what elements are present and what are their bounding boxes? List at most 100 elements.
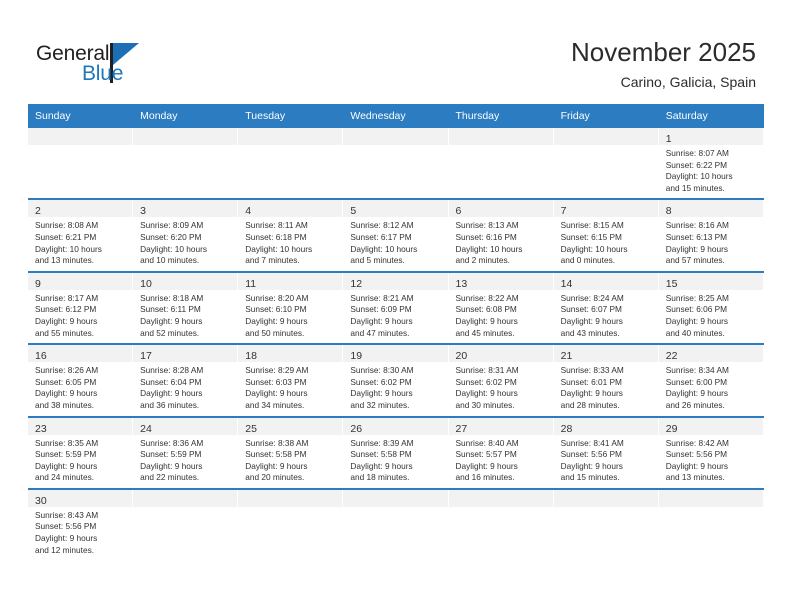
sunset-time: Sunset: 6:07 PM [560, 304, 622, 315]
day-number: 2 [35, 205, 41, 218]
daylight-duration-line2: and 10 minutes. [140, 255, 200, 266]
calendar-page: General Blue November 2025 Carino, Galic… [0, 0, 792, 612]
title-block: November 2025 Carino, Galicia, Spain [571, 36, 756, 92]
day-details: Sunrise: 8:24 AM Sunset: 6:07 PM Daylight:… [554, 290, 658, 343]
calendar-day-cell[interactable]: 20 Sunrise: 8:31 AM Sunset: 6:02 PM Dayligh… [448, 345, 554, 416]
calendar-day-cell[interactable]: 23 Sunrise: 8:35 AM Sunset: 5:59 PM Dayligh… [28, 417, 134, 488]
calendar-day-cell[interactable]: 22 Sunrise: 8:34 AM Sunset: 6:00 PM Dayligh… [658, 345, 764, 416]
calendar-day-cell[interactable]: 16 Sunrise: 8:26 AM Sunset: 6:05 PM Dayligh… [28, 345, 134, 416]
day-details: Sunrise: 8:28 AM Sunset: 6:04 PM Daylight:… [133, 362, 237, 415]
daylight-duration-line2: and 30 minutes. [455, 399, 515, 410]
calendar-day-cell[interactable]: 8 Sunrise: 8:16 AM Sunset: 6:13 PM Daylight… [658, 200, 764, 271]
daylight-duration-line2: and 55 minutes. [35, 327, 95, 338]
calendar-day-cell[interactable]: 27 Sunrise: 8:40 AM Sunset: 5:57 PM Dayligh… [448, 417, 554, 488]
sunset-time: Sunset: 5:58 PM [350, 449, 412, 460]
daylight-duration-line2: and 26 minutes. [665, 399, 725, 410]
day-number-band: 23 [28, 417, 133, 435]
daylight-duration-line1: Daylight: 9 hours [455, 460, 518, 471]
sunrise-time: Sunrise: 8:07 AM [665, 148, 729, 158]
day-number-band [238, 128, 343, 145]
daylight-duration-line2: and 24 minutes. [35, 472, 95, 483]
sunset-time: Sunset: 5:56 PM [35, 521, 97, 532]
daylight-duration-line2: and 40 minutes. [665, 327, 725, 338]
day-details: Sunrise: 8:21 AM Sunset: 6:09 PM Daylight:… [343, 290, 447, 343]
daylight-duration-line2: and 16 minutes. [455, 472, 515, 483]
sunset-time: Sunset: 6:00 PM [665, 376, 728, 387]
daylight-duration-line1: Daylight: 10 hours [35, 243, 102, 254]
calendar-day-cell[interactable]: 9 Sunrise: 8:17 AM Sunset: 6:12 PM Daylight… [28, 272, 134, 344]
calendar-day-cell[interactable]: 25 Sunrise: 8:38 AM Sunset: 5:58 PM Dayligh… [238, 417, 344, 488]
sunset-time: Sunset: 5:58 PM [245, 449, 307, 460]
calendar-day-cell[interactable]: 10 Sunrise: 8:18 AM Sunset: 6:11 PM Dayligh… [133, 272, 239, 344]
day-number-band: 27 [448, 417, 553, 435]
daylight-duration-line1: Daylight: 10 hours [455, 243, 523, 254]
day-details: Sunrise: 8:39 AM Sunset: 5:58 PM Daylight:… [343, 435, 447, 488]
sunset-time: Sunset: 6:12 PM [35, 304, 97, 315]
sunset-time: Sunset: 6:04 PM [140, 376, 202, 387]
day-number-band: 2 [28, 200, 133, 218]
sunset-time: Sunset: 6:10 PM [245, 304, 307, 315]
daylight-duration-line1: Daylight: 10 hours [560, 243, 628, 254]
day-number: 28 [560, 422, 573, 435]
weekday-header-thursday: Thursday [455, 110, 500, 122]
day-number: 22 [665, 350, 678, 363]
sunrise-time: Sunrise: 8:08 AM [35, 220, 99, 231]
calendar-cell-empty [238, 489, 344, 561]
day-details: Sunrise: 8:33 AM Sunset: 6:01 PM Daylight:… [554, 362, 658, 415]
calendar-day-cell[interactable]: 14 Sunrise: 8:24 AM Sunset: 6:07 PM Dayligh… [553, 272, 659, 344]
calendar-cell-empty [133, 128, 239, 199]
calendar-day-cell[interactable]: 18 Sunrise: 8:29 AM Sunset: 6:03 PM Dayligh… [238, 345, 344, 416]
sunrise-time: Sunrise: 8:41 AM [560, 437, 624, 448]
day-number: 5 [350, 205, 357, 218]
calendar-day-cell[interactable]: 21 Sunrise: 8:33 AM Sunset: 6:01 PM Dayligh… [553, 345, 659, 416]
sunrise-time: Sunrise: 8:20 AM [245, 292, 309, 303]
day-number-band: 22 [658, 345, 763, 363]
calendar-day-cell[interactable]: 4 Sunrise: 8:11 AM Sunset: 6:18 PM Daylight… [238, 200, 344, 271]
calendar-day-cell[interactable]: 26 Sunrise: 8:39 AM Sunset: 5:58 PM Dayligh… [343, 417, 449, 488]
weekday-header-tuesday: Tuesday [245, 110, 286, 122]
calendar-day-cell[interactable]: 24 Sunrise: 8:36 AM Sunset: 5:59 PM Dayligh… [133, 417, 239, 488]
sunrise-time: Sunrise: 8:33 AM [560, 365, 624, 376]
calendar-day-cell[interactable]: 1 Sunrise: 8:07 AM Sunset: 6:22 PM Daylight… [658, 128, 764, 199]
day-number: 4 [245, 205, 252, 218]
daylight-duration-line1: Daylight: 9 hours [245, 315, 308, 326]
calendar-day-cell[interactable]: 13 Sunrise: 8:22 AM Sunset: 6:08 PM Dayligh… [448, 272, 554, 344]
daylight-duration-line1: Daylight: 9 hours [455, 315, 518, 326]
sunset-time: Sunset: 5:59 PM [140, 449, 202, 460]
daylight-duration-line1: Daylight: 9 hours [665, 460, 729, 471]
calendar-day-cell[interactable]: 17 Sunrise: 8:28 AM Sunset: 6:04 PM Dayligh… [133, 345, 239, 416]
daylight-duration-line2: and 34 minutes. [245, 399, 305, 410]
daylight-duration-line1: Daylight: 10 hours [140, 243, 207, 254]
calendar-day-cell[interactable]: 30 Sunrise: 8:43 AM Sunset: 5:56 PM Dayligh… [28, 489, 134, 561]
calendar-day-cell[interactable]: 11 Sunrise: 8:20 AM Sunset: 6:10 PM Dayligh… [238, 272, 344, 344]
sunrise-time: Sunrise: 8:26 AM [35, 365, 99, 376]
day-number-band [448, 489, 553, 507]
daylight-duration-line2: and 15 minutes. [665, 182, 725, 193]
sunrise-time: Sunrise: 8:22 AM [455, 292, 519, 303]
sunset-time: Sunset: 6:16 PM [455, 231, 517, 242]
day-number-band [238, 489, 343, 507]
day-details: Sunrise: 8:17 AM Sunset: 6:12 PM Daylight:… [28, 290, 132, 343]
calendar-day-cell[interactable]: 12 Sunrise: 8:21 AM Sunset: 6:09 PM Dayligh… [343, 272, 449, 344]
calendar-day-cell[interactable]: 5 Sunrise: 8:12 AM Sunset: 6:17 PM Daylight… [343, 200, 449, 271]
daylight-duration-line2: and 7 minutes. [245, 255, 300, 266]
day-number-band: 30 [28, 489, 133, 507]
calendar-day-cell[interactable]: 19 Sunrise: 8:30 AM Sunset: 6:02 PM Dayligh… [343, 345, 449, 416]
sunset-time: Sunset: 5:59 PM [35, 449, 97, 460]
day-number-band: 9 [28, 272, 133, 290]
calendar-day-cell[interactable]: 6 Sunrise: 8:13 AM Sunset: 6:16 PM Daylight… [448, 200, 554, 271]
daylight-duration-line2: and 2 minutes. [455, 255, 510, 266]
daylight-duration-line2: and 32 minutes. [350, 399, 410, 410]
general-blue-logo[interactable]: General Blue [36, 42, 166, 90]
calendar-day-cell[interactable]: 7 Sunrise: 8:15 AM Sunset: 6:15 PM Daylight… [553, 200, 659, 271]
calendar-day-cell[interactable]: 15 Sunrise: 8:25 AM Sunset: 6:06 PM Dayligh… [658, 272, 764, 344]
calendar-day-cell[interactable]: 29 Sunrise: 8:42 AM Sunset: 5:56 PM Dayligh… [658, 417, 764, 488]
day-details: Sunrise: 8:31 AM Sunset: 6:02 PM Daylight:… [449, 362, 553, 415]
calendar-day-cell[interactable]: 28 Sunrise: 8:41 AM Sunset: 5:56 PM Dayligh… [553, 417, 659, 488]
daylight-duration-line1: Daylight: 10 hours [350, 243, 418, 254]
calendar-day-cell[interactable]: 3 Sunrise: 8:09 AM Sunset: 6:20 PM Daylight… [133, 200, 239, 271]
calendar-cell-empty [343, 128, 449, 199]
daylight-duration-line2: and 52 minutes. [140, 327, 200, 338]
day-number-band: 20 [448, 345, 553, 363]
calendar-day-cell[interactable]: 2 Sunrise: 8:08 AM Sunset: 6:21 PM Daylight… [28, 200, 134, 271]
